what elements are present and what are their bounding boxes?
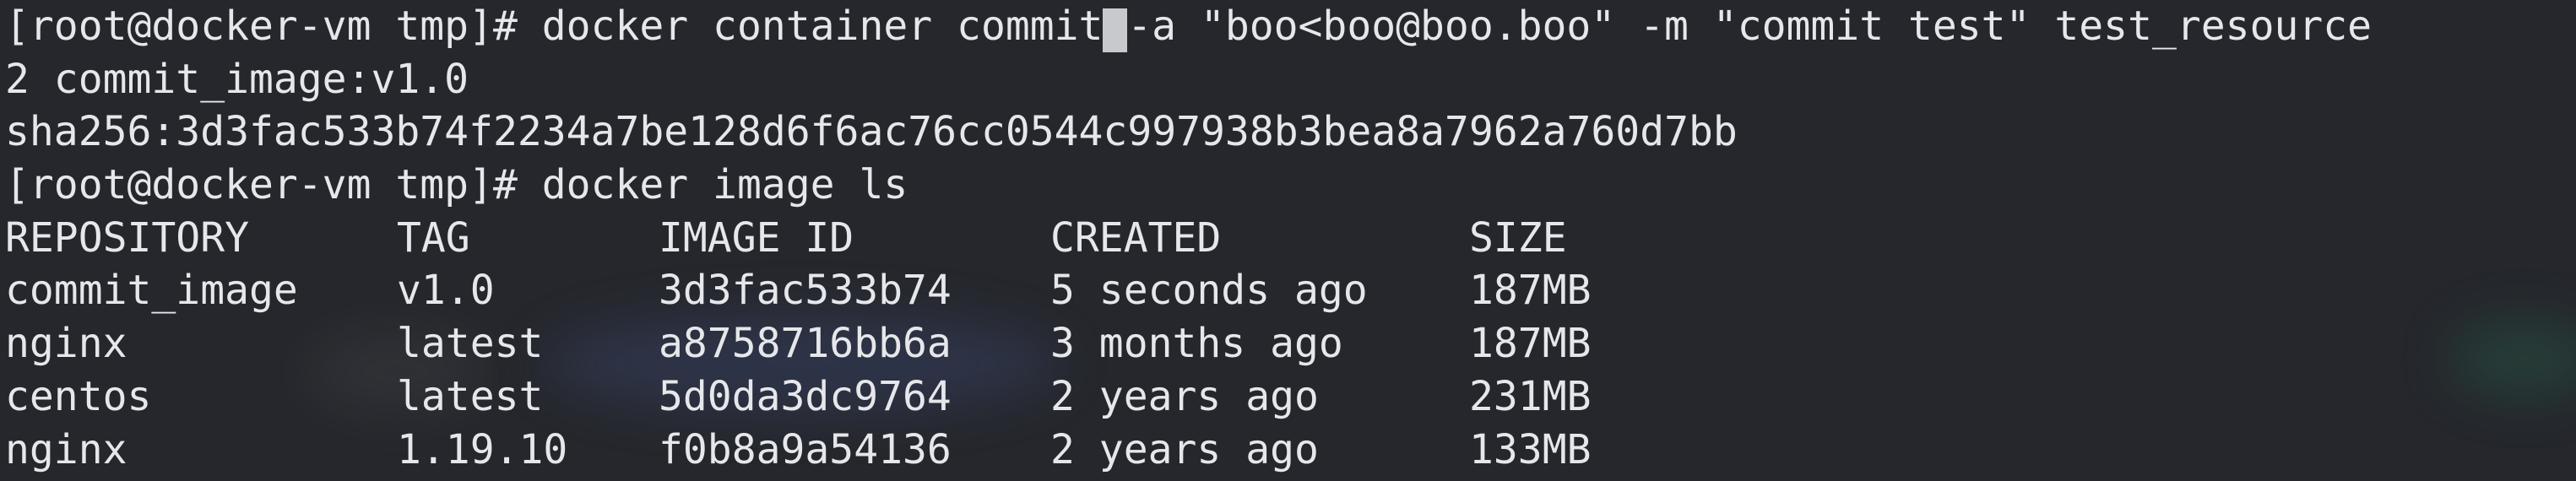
tag-cell: latest [397,372,544,420]
table-row: centos latest 5d0da3dc9764 2 years ago 2… [5,370,2576,424]
column-header: TAG [397,213,470,262]
command-text: docker image ls [541,161,908,209]
image-id-cell: f0b8a9a54136 [659,425,952,473]
command-text: docker container commit [541,3,1104,50]
text-cursor [1103,8,1128,53]
repository-cell: centos [5,372,152,420]
column-header: CREATED [1050,213,1222,262]
tag-cell: 1.19.10 [397,425,568,473]
column-header: REPOSITORY [5,213,249,262]
repository-cell: nginx [5,320,127,368]
terminal-output: [root@docker-vm tmp]# docker container c… [5,0,2576,476]
table-row: commit_image v1.0 3d3fac533b74 5 seconds… [5,264,2576,317]
column-header: IMAGE ID [659,213,854,262]
size-cell: 231MB [1469,372,1592,420]
image-id-cell: 3d3fac533b74 [659,267,952,315]
image-id-cell: 5d0da3dc9764 [659,372,952,420]
created-cell: 2 years ago [1050,372,1319,420]
image-id-cell: a8758716bb6a [659,320,952,368]
command-text: -a "boo<boo@boo.boo" -m "commit test" te… [1127,3,2373,50]
output-line: 2 commit_image:v1.0 [5,55,469,103]
command-line: [root@docker-vm tmp]# docker container c… [5,0,2576,53]
size-cell: 187MB [1469,267,1592,315]
size-cell: 133MB [1469,425,1592,473]
command-line: [root@docker-vm tmp]# docker image ls [5,159,2576,212]
column-header: SIZE [1469,213,1567,262]
table-row: nginx 1.19.10 f0b8a9a54136 2 years ago 1… [5,424,2576,477]
created-cell: 3 months ago [1050,320,1343,368]
created-cell: 2 years ago [1050,425,1319,473]
shell-prompt: [root@docker-vm tmp]# [5,3,542,50]
table-row: nginx latest a8758716bb6a 3 months ago 1… [5,317,2576,370]
created-cell: 5 seconds ago [1050,267,1368,315]
shell-prompt: [root@docker-vm tmp]# [5,161,542,209]
repository-cell: commit_image [5,267,298,315]
size-cell: 187MB [1469,320,1592,368]
output-line: sha256:3d3fac533b74f2234a7be128d6f6ac76c… [5,108,1738,156]
repository-cell: nginx [5,425,127,473]
table-header-row: REPOSITORY TAG IMAGE ID CREATED SIZE [5,212,2576,265]
terminal-window[interactable]: [root@docker-vm tmp]# docker container c… [0,0,2576,481]
tag-cell: latest [397,320,544,368]
tag-cell: v1.0 [397,267,495,315]
